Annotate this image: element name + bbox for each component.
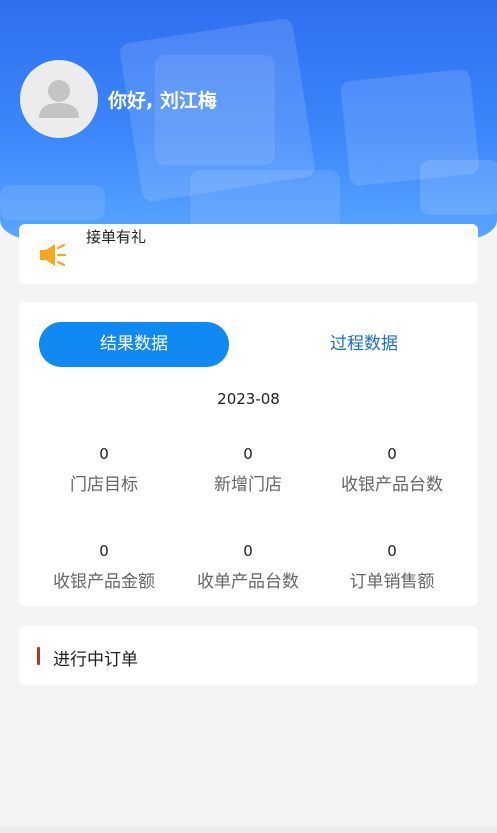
stats-card: 结果数据 过程数据 2023-08 0 门店目标 0 新增门店 0 收银产品台数…: [19, 302, 478, 606]
stat-label: 收银产品金额: [53, 572, 155, 592]
banner-decoration: [420, 160, 497, 215]
stat-new-stores: 0 新增门店: [173, 445, 323, 495]
stat-label: 订单销售额: [349, 572, 435, 592]
bottom-bar-edge: [0, 826, 497, 833]
greeting-text: 你好, 刘江梅: [108, 90, 217, 112]
ongoing-orders-card[interactable]: 进行中订单: [19, 626, 478, 685]
section-accent-bar: [37, 647, 40, 665]
tab-result-data[interactable]: 结果数据: [39, 322, 229, 367]
stat-value: 0: [387, 445, 397, 463]
stat-value: 0: [99, 542, 109, 560]
stat-pos-amount: 0 收银产品金额: [29, 542, 179, 592]
stat-value: 0: [243, 445, 253, 463]
speaker-icon: [40, 243, 67, 267]
stat-label: 收银产品台数: [341, 475, 443, 495]
ongoing-orders-title: 进行中订单: [53, 650, 138, 670]
stat-acquiring-units: 0 收单产品台数: [173, 542, 323, 592]
tab-process-data[interactable]: 过程数据: [269, 322, 459, 367]
user-silhouette-icon: [39, 80, 79, 118]
stat-label: 门店目标: [70, 475, 138, 495]
stat-label: 新增门店: [214, 475, 282, 495]
avatar[interactable]: [20, 60, 98, 138]
banner-decoration: [0, 185, 105, 220]
stat-value: 0: [243, 542, 253, 560]
month-selector[interactable]: 2023-08: [19, 390, 478, 408]
stat-order-sales: 0 订单销售额: [317, 542, 467, 592]
stat-pos-units: 0 收银产品台数: [317, 445, 467, 495]
stat-label: 收单产品台数: [197, 572, 299, 592]
stat-store-target: 0 门店目标: [29, 445, 179, 495]
notice-text: 接单有礼: [86, 228, 147, 246]
banner-decoration: [190, 170, 340, 230]
stat-value: 0: [387, 542, 397, 560]
stat-value: 0: [99, 445, 109, 463]
notice-card[interactable]: 接单有礼: [19, 224, 478, 284]
